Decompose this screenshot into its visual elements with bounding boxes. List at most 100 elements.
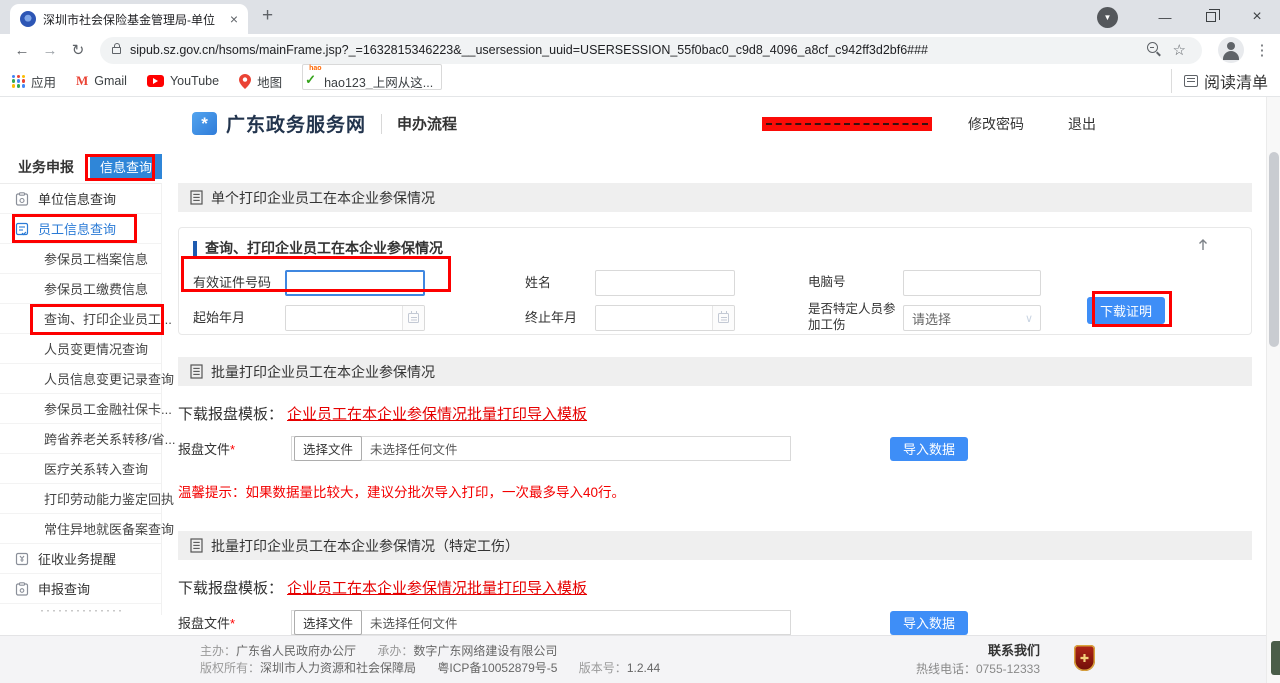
sidebar-item-unit-info[interactable]: 单位信息查询 (0, 184, 161, 214)
choose-file-button[interactable]: 选择文件 (294, 436, 362, 461)
end-month-input[interactable] (596, 306, 712, 330)
template-label: 下载报盘模板： (178, 577, 283, 598)
new-tab-button[interactable]: + (262, 5, 273, 27)
bookmark-maps[interactable]: 地图 (239, 72, 282, 91)
collapse-panel-icon[interactable] (1197, 238, 1209, 251)
sidebar-item-archive-info[interactable]: 参保员工档案信息 (0, 244, 161, 274)
sidebar-item-info-change-record[interactable]: 人员信息变更记录查询 (0, 364, 161, 394)
sidebar-item-levy-reminder[interactable]: 征收业务提醒 (0, 544, 161, 574)
url-text[interactable]: sipub.sz.gov.cn/hsoms/mainFrame.jsp?_=16… (130, 43, 1141, 57)
download-cert-button[interactable]: 下载证明 (1087, 297, 1165, 324)
minimize-button[interactable]: — (1142, 0, 1188, 34)
sidebar-item-query-print-employee[interactable]: 查询、打印企业员工... (0, 304, 161, 334)
bookmark-youtube[interactable]: YouTube (147, 74, 219, 88)
end-month-label: 终止年月 (525, 310, 595, 326)
sidebar-item-declare-query[interactable]: 申报查询 (0, 574, 161, 604)
header-divider (381, 114, 382, 134)
section-batch-print: 批量打印企业员工在本企业参保情况 (178, 357, 1252, 386)
sidebar-item-labor-receipt[interactable]: 打印劳动能力鉴定回执 (0, 484, 161, 514)
page-footer: 主办：广东省人民政府办公厅 承办：数字广东网络建设有限公司 版权所有：深圳市人力… (0, 635, 1280, 683)
site-header: * 广东政务服务网 申办流程 修改密码 退出 (0, 97, 1280, 150)
start-calendar-button[interactable] (402, 306, 424, 330)
sidebar-item-remote-medical[interactable]: 常住异地就医备案查询 (0, 514, 161, 544)
id-number-label: 有效证件号码 (193, 275, 285, 291)
version-number: 1.2.44 (627, 661, 660, 675)
section-title: 批量打印企业员工在本企业参保情况 (211, 362, 435, 382)
tab-title: 深圳市社会保险基金管理局-单位 (43, 11, 223, 28)
section-single-print: 单个打印企业员工在本企业参保情况 (178, 183, 1252, 212)
document-icon (190, 190, 203, 205)
sidebar-item-personnel-change[interactable]: 人员变更情况查询 (0, 334, 161, 364)
tab-close-icon[interactable]: × (230, 12, 238, 26)
batch-special-template-link[interactable]: 企业员工在本企业参保情况批量打印导入模板 (287, 577, 587, 598)
import-data-button[interactable]: 导入数据 (890, 437, 968, 461)
sidebar-item-employee-info[interactable]: 员工信息查询 (0, 214, 161, 244)
file-input[interactable]: 选择文件 未选择任何文件 (291, 436, 791, 461)
browser-menu-icon[interactable]: ⋮ (1252, 41, 1272, 59)
import-data-special-button[interactable]: 导入数据 (890, 611, 968, 635)
browser-update-icon[interactable]: ▼ (1097, 7, 1118, 28)
choose-file-button[interactable]: 选择文件 (294, 610, 362, 635)
calendar-icon (718, 313, 729, 323)
sidebar-item-pension-transfer[interactable]: 跨省养老关系转移/省... (0, 424, 161, 454)
page-scrollbar[interactable] (1266, 97, 1280, 683)
computer-no-input[interactable] (903, 270, 1041, 296)
gmail-icon: M (76, 73, 88, 89)
icp-number: 粤ICP备10052879号-5 (437, 661, 557, 675)
browser-tab-strip: 深圳市社会保险基金管理局-单位 × + ▼ — × (0, 0, 1280, 34)
query-print-panel: 查询、打印企业员工在本企业参保情况 有效证件号码 姓名 电脑号 (178, 227, 1252, 335)
site-logo[interactable]: * 广东政务服务网 (192, 110, 366, 137)
youtube-icon (147, 75, 164, 87)
main-content: 单个打印企业员工在本企业参保情况 查询、打印企业员工在本企业参保情况 有效证件号… (162, 150, 1280, 635)
site-logo-text: 广东政务服务网 (226, 110, 366, 137)
scrollbar-thumb[interactable] (1269, 152, 1279, 347)
back-button[interactable]: ← (8, 42, 36, 59)
zoom-out-icon[interactable] (1147, 42, 1163, 58)
browser-tab[interactable]: 深圳市社会保险基金管理局-单位 × (10, 4, 248, 34)
change-password-link[interactable]: 修改密码 (968, 114, 1024, 134)
section-batch-special: 批量打印企业员工在本企业参保情况（特定工伤） (178, 531, 1252, 560)
special-injury-select[interactable]: 请选择 ∨ (903, 305, 1041, 331)
sidebar-menu: 单位信息查询 员工信息查询 参保员工档案信息 参保员工缴费信息 查询、打印企业员… (0, 183, 162, 615)
sidebar-item-medical-transfer[interactable]: 医疗关系转入查询 (0, 454, 161, 484)
sidebar-tab-business[interactable]: 业务申报 (18, 157, 74, 177)
profile-avatar[interactable] (1218, 37, 1244, 63)
forward-button[interactable]: → (36, 42, 64, 59)
window-controls: ▼ — × (1097, 0, 1280, 34)
close-window-button[interactable]: × (1234, 0, 1280, 34)
sidebar-tab-info-query[interactable]: 信息查询 (90, 154, 162, 179)
sidebar: 业务申报 信息查询 单位信息查询 员工信息查询 (0, 150, 162, 635)
document-icon (190, 364, 203, 379)
logout-link[interactable]: 退出 (1068, 114, 1096, 134)
file-label: 报盘文件* (178, 439, 291, 458)
bookmark-hao123[interactable]: ✓hao hao123_上网从这... (302, 72, 433, 91)
end-calendar-button[interactable] (712, 306, 734, 330)
yuan-doc-icon (15, 552, 29, 566)
bookmark-gmail[interactable]: M Gmail (76, 73, 127, 89)
contact-us-link[interactable]: 联系我们 (916, 642, 1040, 660)
footer-contact: 联系我们 热线电话：0755-12333 (916, 642, 1040, 678)
file-input-special[interactable]: 选择文件 未选择任何文件 (291, 610, 791, 635)
lock-icon[interactable] (112, 47, 121, 54)
title-accent-bar (193, 241, 197, 256)
restore-button[interactable] (1188, 0, 1234, 34)
edge-floating-widget[interactable] (1271, 641, 1280, 675)
id-number-input[interactable] (285, 270, 425, 296)
bookmark-star-icon[interactable]: ☆ (1173, 41, 1186, 59)
batch-template-link[interactable]: 企业员工在本企业参保情况批量打印导入模板 (287, 403, 587, 424)
bookmark-apps[interactable]: 应用 (12, 72, 56, 91)
name-input[interactable] (595, 270, 735, 296)
url-toolbar: ← → ↻ sipub.sz.gov.cn/hsoms/mainFrame.js… (0, 34, 1280, 66)
nav-apply-flow[interactable]: 申办流程 (397, 113, 457, 134)
sidebar-item-payment-info[interactable]: 参保员工缴费信息 (0, 274, 161, 304)
reload-button[interactable]: ↻ (64, 41, 92, 59)
computer-no-label: 电脑号 (808, 275, 903, 291)
reading-list-button[interactable]: 阅读清单 (1171, 69, 1268, 93)
sidebar-item-clipped[interactable] (0, 604, 161, 615)
start-month-input[interactable] (286, 306, 402, 330)
address-bar[interactable]: sipub.sz.gov.cn/hsoms/mainFrame.jsp?_=16… (100, 37, 1202, 64)
redacted-account-info (762, 117, 932, 131)
security-badge-icon[interactable]: ✚ (1074, 645, 1095, 671)
sidebar-item-finance-card[interactable]: 参保员工金融社保卡... (0, 394, 161, 424)
list-check-icon (15, 222, 29, 236)
